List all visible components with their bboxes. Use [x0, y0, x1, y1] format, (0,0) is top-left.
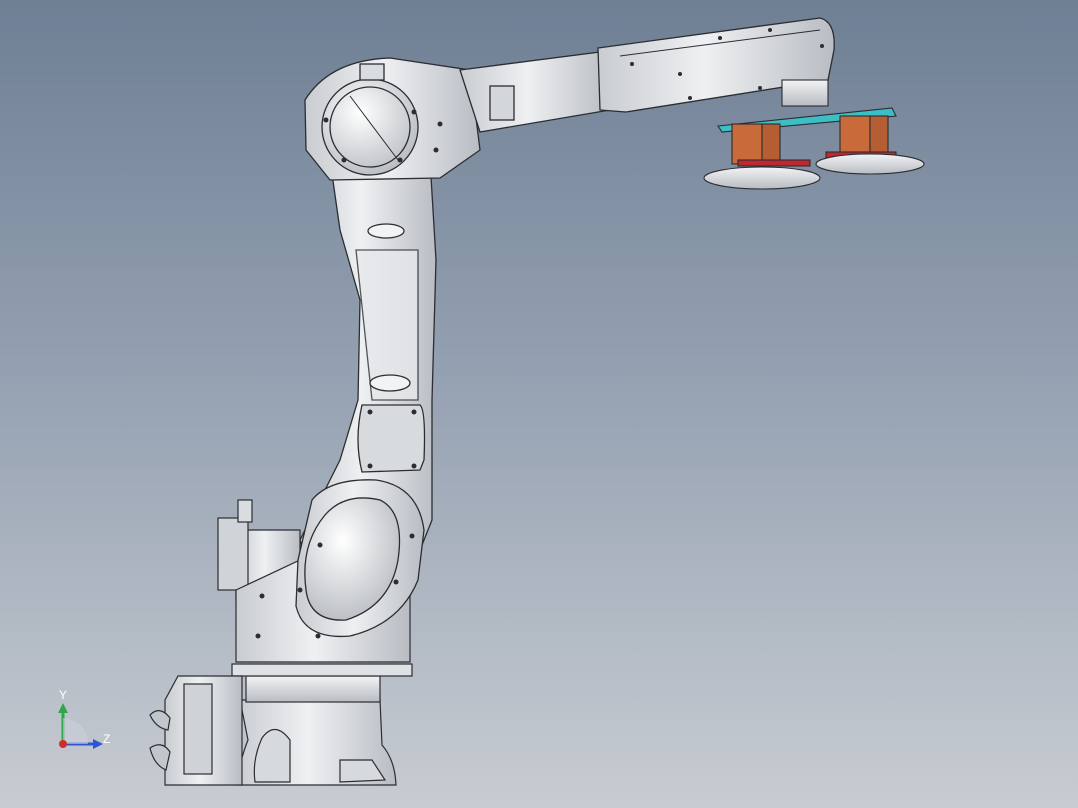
model-viewport[interactable]: Y Z: [0, 0, 1078, 808]
triad-z-label: Z: [103, 732, 110, 746]
coordinate-triad: Y Z: [58, 688, 110, 749]
robot-arm-model[interactable]: Y Z: [0, 0, 1078, 808]
triad-y-label: Y: [59, 688, 67, 702]
robot-end-effector: [703, 79, 925, 190]
robot-shoulder-joint: [304, 57, 481, 181]
robot-upper-arm: [459, 17, 835, 133]
robot-base: [149, 663, 413, 786]
